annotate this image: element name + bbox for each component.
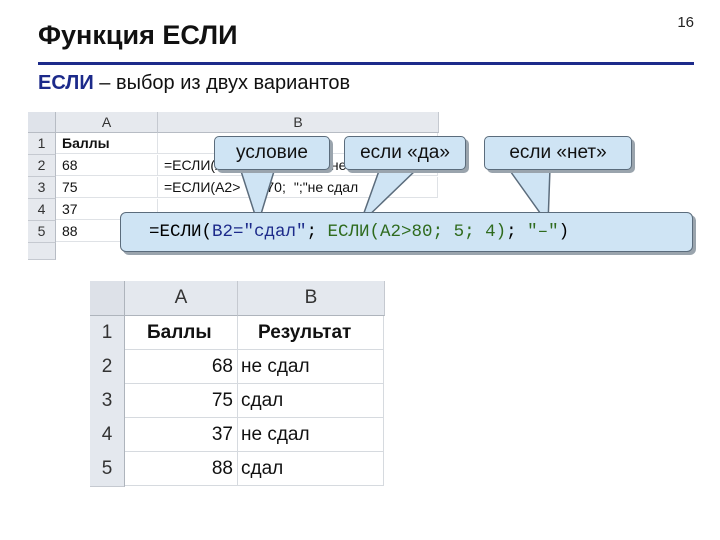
formula-close: ) xyxy=(558,222,570,242)
cell-b5[interactable]: сдал xyxy=(238,452,384,486)
cell-a5[interactable]: 88 xyxy=(125,452,238,486)
cell-b2[interactable]: не сдал xyxy=(238,350,384,384)
row-header-1[interactable]: 1 xyxy=(90,316,125,351)
cell-a3[interactable]: 75 xyxy=(125,384,238,418)
callout-if-no: если «нет» xyxy=(484,136,632,170)
cell-a4[interactable]: 37 xyxy=(125,418,238,452)
column-header-b[interactable]: B xyxy=(238,281,385,316)
cell-b3[interactable]: сдал xyxy=(238,384,384,418)
formula-if-no: "–" xyxy=(527,222,559,242)
cell-a1[interactable]: Баллы xyxy=(125,316,238,350)
formula-separator-1: ; xyxy=(306,222,328,242)
row-header-3[interactable]: 3 xyxy=(90,384,125,419)
callout-condition: условие xyxy=(214,136,330,170)
formula-condition: B2="сдал" xyxy=(212,222,307,242)
row-header-5[interactable]: 5 xyxy=(90,452,125,487)
callout-if-yes: если «да» xyxy=(344,136,466,170)
formula-if-yes: ЕСЛИ(A2>80; 5; 4) xyxy=(327,222,507,242)
cell-b1[interactable]: Результат xyxy=(238,316,384,350)
select-all-corner[interactable] xyxy=(90,281,125,316)
cell-a2[interactable]: 68 xyxy=(125,350,238,384)
column-header-a[interactable]: A xyxy=(125,281,238,316)
formula-separator-2: ; xyxy=(506,222,528,242)
spreadsheet-bottom: A B 1 Баллы Результат 2 68 не сдал 3 75 … xyxy=(90,281,385,489)
row-header-2[interactable]: 2 xyxy=(90,350,125,385)
formula-box: =ЕСЛИ(B2="сдал"; ЕСЛИ(A2>80; 5; 4); "–") xyxy=(120,212,693,252)
formula-func: =ЕСЛИ( xyxy=(149,222,213,242)
cell-b4[interactable]: не сдал xyxy=(238,418,384,452)
row-header-4[interactable]: 4 xyxy=(90,418,125,453)
